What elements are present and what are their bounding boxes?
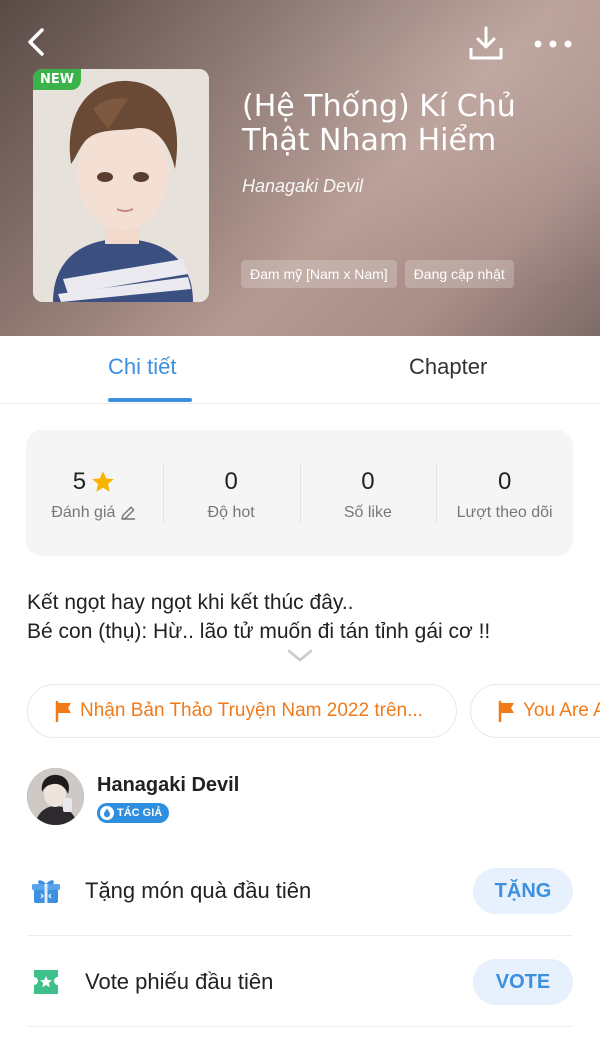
more-dots-icon xyxy=(534,40,572,48)
new-badge: NEW xyxy=(33,69,82,90)
drop-icon xyxy=(100,806,114,820)
tab-detail[interactable]: Chi tiết xyxy=(108,354,176,380)
rating-value: 5 xyxy=(72,468,87,495)
like-label: Số like xyxy=(343,504,392,521)
gift-button[interactable]: TẶNG xyxy=(473,868,573,914)
chevron-left-icon xyxy=(28,28,44,56)
award-chip[interactable]: You Are A xyxy=(470,684,600,738)
ticket-icon xyxy=(34,970,58,994)
star-icon xyxy=(92,471,114,492)
more-button[interactable] xyxy=(530,24,576,64)
author-badge: TÁC GIẢ xyxy=(97,803,170,823)
author-badge-label: TÁC GIẢ xyxy=(117,807,163,819)
tab-chapter[interactable]: Chapter xyxy=(409,354,487,380)
stat-like: 0 Số like xyxy=(299,430,437,556)
cover-illustration xyxy=(33,69,209,302)
gift-label: Tặng món quà đầu tiên xyxy=(85,878,312,903)
author-name[interactable]: Hanagaki Devil xyxy=(97,774,239,797)
rating-label: Đánh giá xyxy=(51,504,116,521)
chevron-down-icon[interactable] xyxy=(286,648,314,664)
book-description: Kết ngọt hay ngọt khi kết thúc đây.. Bé … xyxy=(27,588,577,646)
book-title: (Hệ Thống) Kí Chủ Thật Nham Hiểm xyxy=(242,89,516,158)
author-profile[interactable]: Hanagaki Devil TÁC GIẢ xyxy=(27,768,573,828)
hot-label: Độ hot xyxy=(207,504,255,521)
tab-bar: Chi tiết Chapter xyxy=(0,336,600,404)
description-line: Kết ngọt hay ngọt khi kết thúc đây.. xyxy=(27,591,354,614)
book-header: NEW (Hệ Thống) Kí Chủ Thật Nham Hiểm Han… xyxy=(0,0,600,336)
follow-label: Lượt theo dõi xyxy=(456,504,553,521)
award-chip[interactable]: Nhận Bản Thảo Truyện Nam 2022 trên... xyxy=(27,684,457,738)
tag-list: Đam mỹ [Nam x Nam] Đang cập nhật xyxy=(241,260,514,288)
book-cover[interactable] xyxy=(33,69,209,302)
tag-status: Đang cập nhật xyxy=(404,260,514,288)
stat-rating[interactable]: 5 Đánh giá xyxy=(26,430,163,556)
description-line: Bé con (thụ): Hừ.. lão tử muốn đi tán tỉ… xyxy=(27,620,491,643)
vote-row: Vote phiếu đầu tiên VOTE xyxy=(27,937,573,1027)
avatar[interactable] xyxy=(27,768,84,825)
flag-icon xyxy=(55,700,71,722)
stat-hot: 0 Độ hot xyxy=(162,430,300,556)
award-list: Nhận Bản Thảo Truyện Nam 2022 trên... Yo… xyxy=(27,684,600,738)
download-button[interactable] xyxy=(466,24,506,64)
vote-button[interactable]: VOTE xyxy=(473,959,573,1005)
active-tab-indicator xyxy=(108,398,192,402)
flag-icon xyxy=(498,700,514,722)
vote-label: Vote phiếu đầu tiên xyxy=(85,969,274,994)
follow-value: 0 xyxy=(497,468,512,495)
gift-row: Tặng món quà đầu tiên TẶNG xyxy=(27,846,573,936)
book-author[interactable]: Hanagaki Devil xyxy=(242,176,363,197)
gift-icon xyxy=(32,880,60,903)
award-label: Nhận Bản Thảo Truyện Nam 2022 trên... xyxy=(80,700,423,721)
tag-genre[interactable]: Đam mỹ [Nam x Nam] xyxy=(241,260,397,288)
stat-follow: 0 Lượt theo dõi xyxy=(436,430,573,556)
like-value: 0 xyxy=(361,468,375,495)
back-button[interactable] xyxy=(18,22,58,62)
award-label: You Are A xyxy=(523,700,600,721)
edit-pencil-icon[interactable] xyxy=(119,504,137,522)
hot-value: 0 xyxy=(224,468,238,495)
avatar-image xyxy=(27,768,84,825)
stats-card: 5 Đánh giá 0 Độ hot 0 Số like 0 Lượt the… xyxy=(26,430,573,556)
download-icon xyxy=(469,26,503,60)
